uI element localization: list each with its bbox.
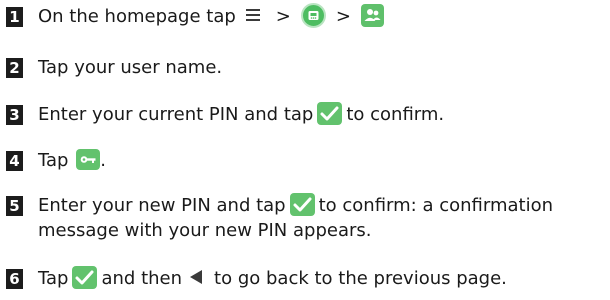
step-5-text-line2: message with your new PIN appears. — [38, 220, 372, 241]
check-icon — [72, 265, 98, 289]
separator: > — [275, 6, 291, 27]
step-6-text-middle: and then — [101, 268, 183, 289]
step-4-text-before: Tap — [38, 150, 69, 171]
step-text: Enter your current PIN and tap to confir… — [38, 101, 445, 127]
step-text: Tap your user name. — [38, 57, 223, 78]
step-number: 5 — [6, 196, 23, 216]
step-3-text-before: Enter your current PIN and tap — [38, 104, 314, 125]
back-arrow-icon — [190, 270, 203, 284]
step-4: 4 Tap . — [6, 148, 106, 173]
step-text: On the homepage tap > > — [38, 2, 388, 30]
phone-app-icon — [300, 2, 326, 28]
step-2: 2 Tap your user name. — [6, 55, 222, 80]
step-3-text-after: to confirm. — [346, 104, 445, 125]
step-5: 5 Enter your new PIN and tap to confirm:… — [6, 192, 553, 243]
step-number: 6 — [6, 269, 23, 289]
step-number: 2 — [6, 58, 23, 78]
check-icon — [317, 101, 343, 125]
step-6-text-after: to go back to the previous page. — [214, 268, 507, 289]
step-6-text-before: Tap — [38, 268, 69, 289]
step-text: Enter your new PIN and tap to confirm: a… — [38, 192, 553, 243]
step-5-text-after: to confirm: a confirmation — [318, 195, 553, 216]
step-6: 6 Tap and then to go back to the previous… — [6, 265, 507, 291]
separator: > — [335, 6, 351, 27]
check-icon — [289, 192, 315, 216]
menu-icon — [245, 6, 260, 24]
step-number: 1 — [6, 7, 23, 27]
step-4-text-after: . — [100, 150, 106, 171]
step-number: 4 — [6, 151, 23, 171]
step-text: Tap . — [38, 148, 106, 173]
step-3: 3 Enter your current PIN and tap to conf… — [6, 101, 445, 127]
users-icon — [360, 3, 384, 27]
step-1: 1 On the homepage tap > > — [6, 2, 388, 30]
step-text: Tap and then to go back to the previous p… — [38, 265, 507, 291]
step-1-text: On the homepage tap — [38, 6, 236, 27]
key-icon — [76, 148, 101, 170]
step-5-text-before: Enter your new PIN and tap — [38, 195, 286, 216]
step-number: 3 — [6, 105, 23, 125]
